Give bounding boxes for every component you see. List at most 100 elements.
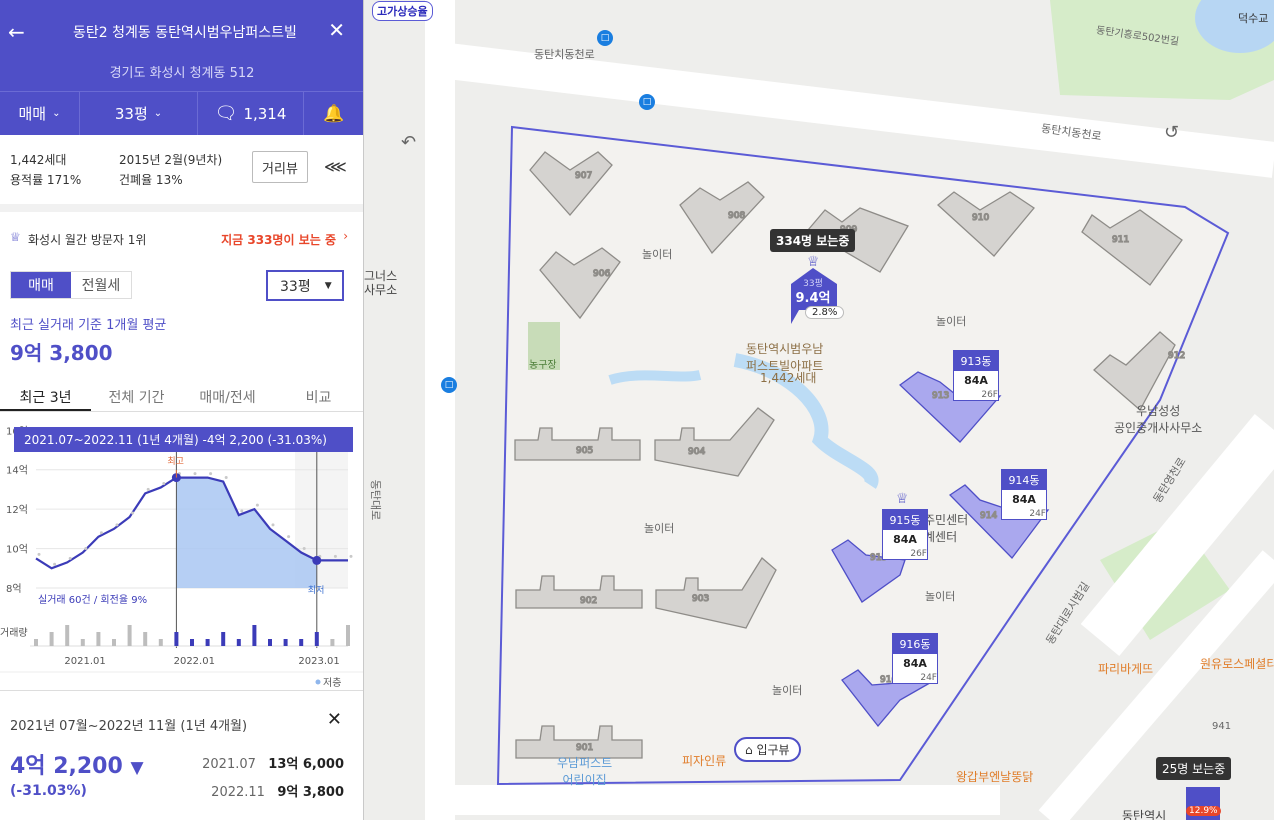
dong-914-name: 914동: [1002, 470, 1046, 490]
min-label: 최저: [308, 585, 325, 596]
label-top1[interactable]: 고가상승율: [372, 1, 433, 21]
avg-price: 9억 3,800: [10, 341, 113, 365]
map-view[interactable]: 9079089099109119069129139059049149159029…: [364, 0, 1274, 820]
header-toolbar: 매매 ⌄ 33평 ⌄ 🗨 1,314 🔔: [0, 91, 363, 135]
pyeong-value: 33평: [280, 278, 311, 295]
min-point: [312, 555, 322, 565]
entrance-view-button[interactable]: ⌂ 입구뷰: [734, 737, 801, 762]
volume-bar: [80, 639, 85, 646]
price-marker[interactable]: ♕ 33평 9.4억 2.8%: [787, 254, 845, 326]
volume-bar: [174, 632, 179, 646]
back-arrow-icon[interactable]: ←: [8, 20, 25, 44]
marker-pct: 2.8%: [805, 306, 845, 319]
summary-change: 4억 2,200: [10, 754, 123, 779]
complex-info: 1,442세대 2015년 2월(9년차) 용적률 171% 건폐율 13% 거…: [0, 135, 363, 203]
trade-type-dropdown[interactable]: 매매 ⌄: [0, 92, 80, 135]
summary-change-row: 4억 2,200 ▼: [10, 748, 144, 780]
to-row: 2022.11 9억 3,800: [211, 781, 344, 800]
building-number-label: 904: [688, 447, 705, 457]
legend-dot: [315, 679, 321, 685]
data-point: [146, 487, 150, 491]
bell-icon: 🔔: [323, 103, 345, 124]
complex-households: 1,442세대: [760, 371, 817, 385]
share-icon[interactable]: ⋘: [324, 157, 347, 176]
dong-915-name: 915동: [883, 510, 927, 530]
built-date: 2015년 2월(9년차): [119, 153, 223, 167]
building-number-label: 914: [980, 511, 997, 521]
dong-914-box[interactable]: 914동 84A 24F: [1001, 469, 1047, 520]
tab-sale-jeonse[interactable]: 매매/전세: [182, 380, 273, 411]
building-number-label: 910: [972, 213, 989, 223]
watching-count: 지금 333명이 보는 중: [221, 233, 336, 247]
price-chart[interactable]: 8억10억12억14억16억최고최저실거래 60건 / 회전율 9%거래량202…: [0, 420, 363, 692]
y-tick-label: 14억: [6, 465, 28, 477]
range-summary: 2021년 07월~2022년 11월 (1년 4개월) ✕ 4억 2,200 …: [0, 690, 363, 820]
volume-bar: [346, 625, 350, 646]
volume-bar: [127, 625, 132, 646]
data-point: [193, 472, 197, 476]
summary-period: 2021년 07월~2022년 11월 (1년 4개월): [10, 719, 248, 734]
dong-916-box[interactable]: 916동 84A 24F: [892, 633, 938, 684]
bus-stop-icon[interactable]: □: [597, 30, 613, 46]
building-number-label: 903: [692, 594, 709, 604]
to-price: 9억 3,800: [277, 785, 344, 800]
volume-bar: [330, 639, 335, 646]
playground-label: 놀이터: [925, 590, 956, 603]
dong-915-box[interactable]: 915동 84A 26F: [882, 509, 928, 560]
label-top2: 덕수교: [1238, 12, 1269, 25]
nursery-label: 우남퍼스트 어린이집: [557, 756, 613, 787]
cafe-label: 원유로스페셜티: [1200, 657, 1274, 671]
volume-bar: [158, 639, 163, 646]
data-point: [271, 523, 275, 527]
chevron-down-icon: ⌄: [52, 108, 61, 119]
tab-compare[interactable]: 비교: [273, 380, 363, 411]
price-chart-svg: 8억10억12억14억16억최고최저실거래 60건 / 회전율 9%거래량202…: [0, 425, 363, 689]
building-number-label: 912: [1168, 351, 1185, 361]
close-icon[interactable]: ✕: [327, 709, 342, 730]
bus-stop-icon[interactable]: □: [639, 94, 655, 110]
data-point: [240, 509, 244, 513]
tab-sale[interactable]: 매매: [11, 272, 71, 298]
data-point: [84, 547, 88, 551]
dong-913-box[interactable]: 913동 84A 26F: [953, 350, 999, 401]
pyeong-select[interactable]: 33평 ▼: [266, 270, 344, 301]
tab-rent[interactable]: 전월세: [71, 272, 131, 298]
data-point: [302, 547, 306, 551]
data-point: [99, 531, 103, 535]
tab-recent-3y[interactable]: 최근 3년: [0, 380, 91, 411]
summary-pct: (-31.03%): [10, 783, 87, 799]
data-point: [37, 552, 41, 556]
building-number-label: 902: [580, 596, 597, 606]
x-tick-label: 2023.01: [298, 656, 339, 667]
volume-bar: [268, 639, 272, 646]
rank-banner[interactable]: ♕ 화성시 월간 방문자 1위 지금 333명이 보는 중 ›: [0, 204, 363, 256]
crown-icon: ♕: [896, 491, 909, 507]
from-price: 13억 6,000: [268, 757, 344, 772]
volume-bar: [236, 639, 241, 646]
y-tick-label: 12억: [6, 504, 28, 516]
speech-bubble-icon: 🗨: [214, 103, 238, 124]
bus-stop-icon[interactable]: □: [441, 377, 457, 393]
building-number-label: 905: [576, 446, 593, 456]
alarm-button[interactable]: 🔔: [304, 92, 363, 135]
range-tooltip: 2021.07~2022.11 (1년 4개월) -4억 2,200 (-31.…: [14, 427, 353, 452]
area-dropdown[interactable]: 33평 ⌄: [80, 92, 198, 135]
tab-all-period[interactable]: 전체 기간: [91, 380, 182, 411]
court-label: 농구장: [529, 360, 557, 371]
close-icon[interactable]: ✕: [328, 18, 345, 42]
crown-icon: ♕: [10, 230, 21, 244]
data-point: [333, 554, 337, 558]
data-point: [68, 556, 72, 560]
side-panel: ← 동탄2 청계동 동탄역시범우남퍼스트빌 ✕ 경기도 화성시 청계동 512 …: [0, 0, 364, 820]
legend-label: 저층: [323, 677, 341, 689]
data-point: [349, 554, 353, 558]
community-center-label: 주민센터 계센터: [924, 513, 969, 544]
playground-label: 놀이터: [644, 522, 675, 535]
data-point: [162, 481, 166, 485]
comments-button[interactable]: 🗨 1,314: [198, 92, 304, 135]
playground-label: 놀이터: [642, 248, 673, 261]
comment-count: 1,314: [243, 104, 287, 123]
street-view-button[interactable]: 거리뷰: [252, 151, 308, 183]
entrance-view-label: 입구뷰: [756, 743, 790, 757]
dong-913-floor: 26F: [981, 390, 998, 400]
